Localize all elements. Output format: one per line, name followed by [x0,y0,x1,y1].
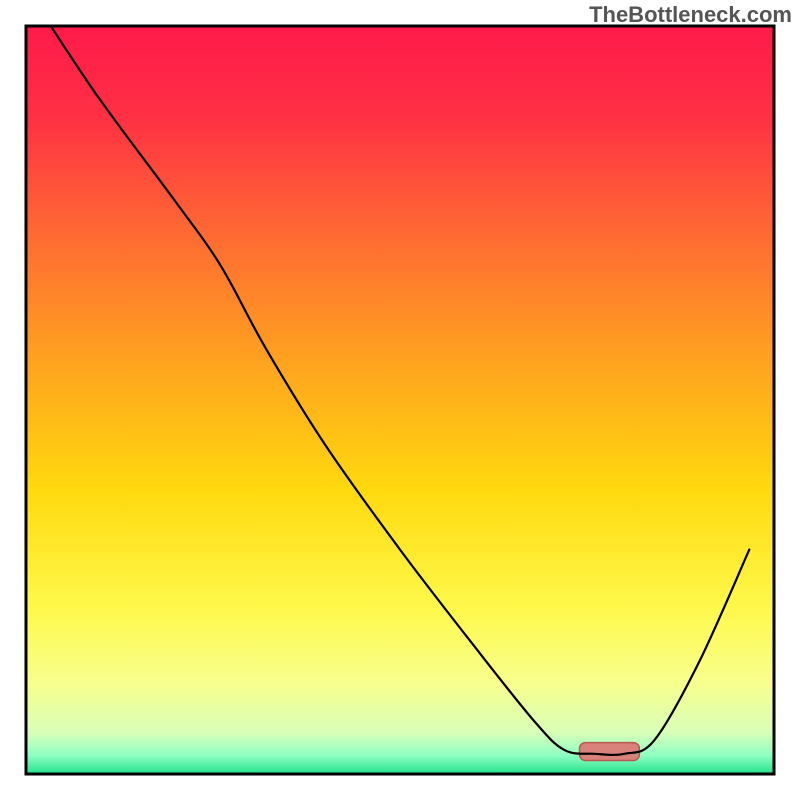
watermark-text: TheBottleneck.com [589,2,792,28]
plot-background [26,26,774,774]
bottleneck-chart [0,0,800,800]
optimal-marker [580,743,640,761]
chart-container: TheBottleneck.com [0,0,800,800]
